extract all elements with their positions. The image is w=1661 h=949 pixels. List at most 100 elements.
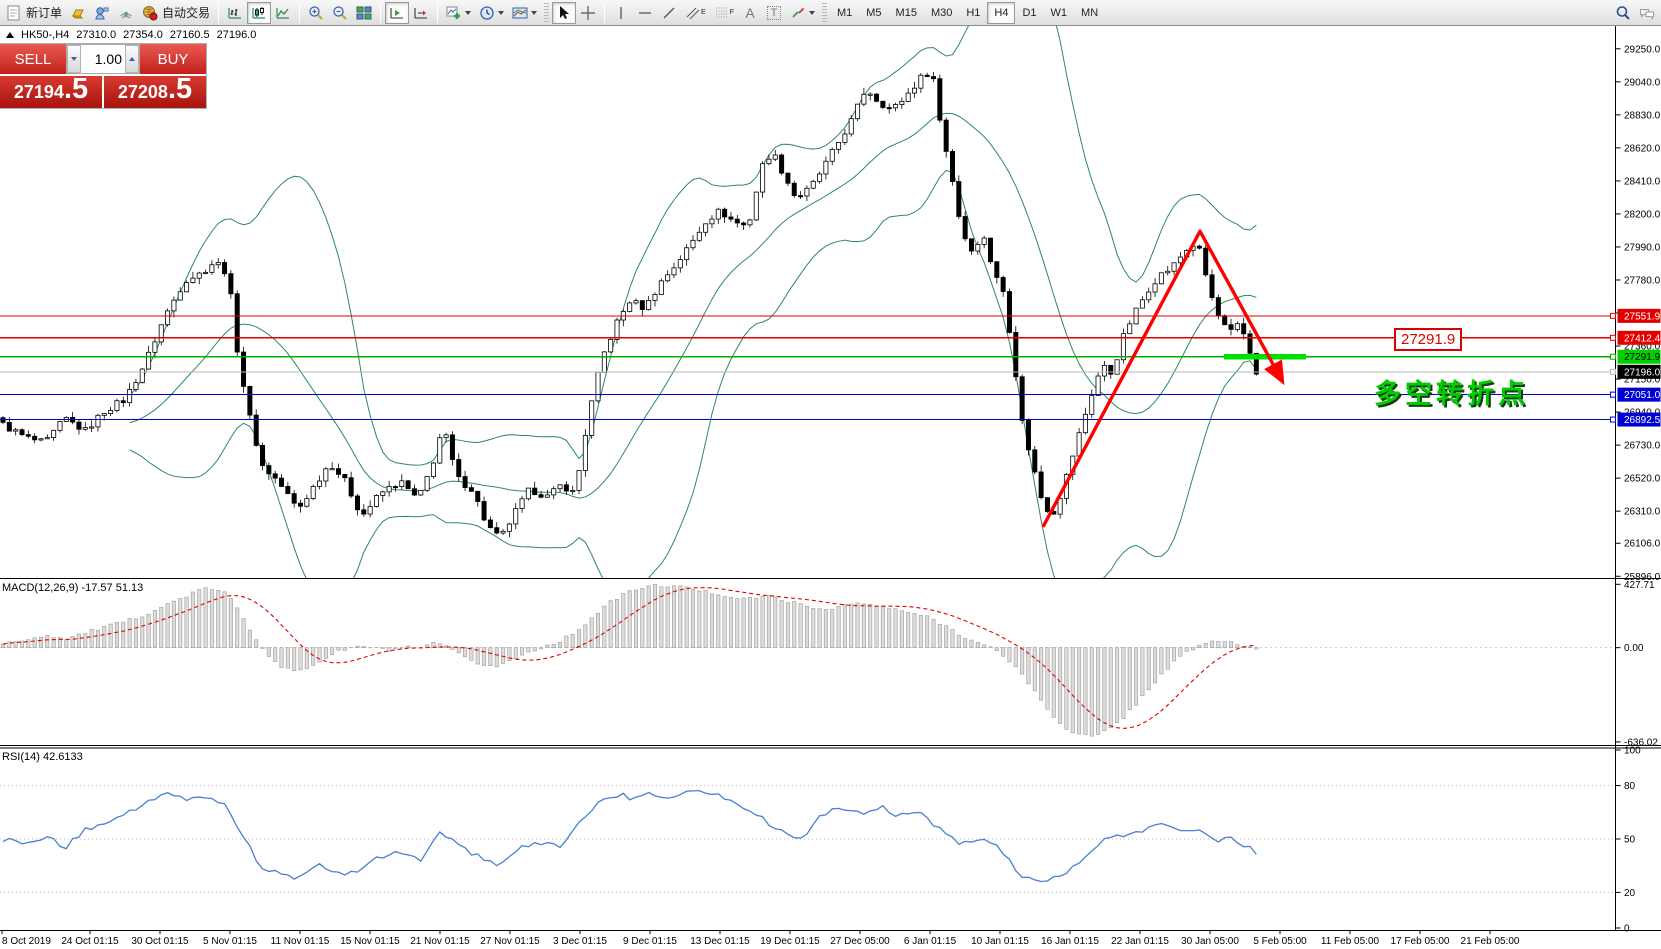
horizontal-line-button[interactable]: [633, 2, 657, 24]
svg-text:28620.0: 28620.0: [1624, 143, 1661, 154]
zoom-in-button[interactable]: [304, 2, 328, 24]
community-button[interactable]: [1635, 2, 1659, 24]
tab-m15[interactable]: M15: [889, 2, 924, 24]
svg-text:10 Jan 01:15: 10 Jan 01:15: [971, 936, 1029, 947]
data-window-button[interactable]: [90, 2, 114, 24]
equidistant-channel-icon: [685, 5, 701, 21]
buy-price[interactable]: 27208 .5: [104, 76, 206, 108]
fibo-letter: F: [730, 9, 734, 16]
indicators-button[interactable]: [442, 2, 475, 24]
signal-icon: [118, 5, 134, 21]
text-button[interactable]: A: [738, 2, 762, 24]
cursor-button[interactable]: [552, 2, 576, 24]
sell-button[interactable]: SELL: [0, 44, 66, 74]
fibonacci-icon: [714, 5, 730, 21]
toolbar-separator: [218, 3, 219, 23]
tab-m30[interactable]: M30: [924, 2, 959, 24]
vertical-line-icon: [613, 5, 629, 21]
svg-text:27551.9: 27551.9: [1624, 311, 1661, 322]
toolbar-drag-handle[interactable]: [822, 3, 827, 23]
bar-chart-button[interactable]: [223, 2, 247, 24]
line-chart-button[interactable]: [271, 2, 295, 24]
svg-text:11 Feb 05:00: 11 Feb 05:00: [1321, 936, 1380, 947]
svg-text:26106.0: 26106.0: [1624, 539, 1661, 550]
svg-text:5 Feb 05:00: 5 Feb 05:00: [1253, 936, 1307, 947]
vertical-line-button[interactable]: [609, 2, 633, 24]
zoom-out-button[interactable]: [328, 2, 352, 24]
svg-text:8 Oct 2019: 8 Oct 2019: [2, 936, 51, 947]
autoscroll-button[interactable]: [385, 2, 409, 24]
toolbar-separator: [380, 3, 381, 23]
timeframe-label: M5: [866, 7, 881, 19]
crosshair-button[interactable]: [576, 2, 600, 24]
fibonacci-button[interactable]: F: [710, 2, 738, 24]
autotrading-button[interactable]: 自动交易: [138, 2, 214, 24]
svg-text:26520.0: 26520.0: [1624, 474, 1661, 485]
sell-price-main: 27194: [14, 78, 64, 103]
toolbar-separator: [604, 3, 605, 23]
tab-d1[interactable]: D1: [1015, 2, 1043, 24]
new-order-button[interactable]: 新订单: [2, 2, 66, 24]
tab-h4[interactable]: H4: [987, 2, 1015, 24]
toolbar-drag-handle[interactable]: [544, 3, 549, 23]
svg-text:100: 100: [1624, 746, 1641, 757]
tab-m5[interactable]: M5: [859, 2, 888, 24]
panel-toggle-icon[interactable]: [6, 32, 14, 38]
templates-button[interactable]: [508, 2, 541, 24]
autotrading-icon: [142, 5, 158, 21]
timeframe-label: M30: [931, 7, 952, 19]
svg-text:16 Jan 01:15: 16 Jan 01:15: [1041, 936, 1099, 947]
dropdown-caret-icon[interactable]: [809, 11, 815, 15]
buy-button[interactable]: BUY: [140, 44, 206, 74]
tab-mn[interactable]: MN: [1074, 2, 1105, 24]
volume-stepper: [66, 44, 140, 74]
svg-text:80: 80: [1624, 781, 1636, 792]
trendline-icon: [661, 5, 677, 21]
dropdown-caret-icon[interactable]: [498, 11, 504, 15]
svg-text:27051.0: 27051.0: [1624, 390, 1661, 401]
candles-chart-button[interactable]: [247, 2, 271, 24]
text-label-button[interactable]: T: [762, 2, 786, 24]
svg-text:26310.0: 26310.0: [1624, 507, 1661, 518]
buy-label: BUY: [158, 51, 189, 68]
dropdown-caret-icon[interactable]: [465, 11, 471, 15]
signals-button[interactable]: [114, 2, 138, 24]
svg-text:0: 0: [1624, 924, 1630, 935]
autotrading-label: 自动交易: [162, 4, 210, 21]
svg-text:22 Jan 01:15: 22 Jan 01:15: [1111, 936, 1169, 947]
label-tool-label: T: [767, 6, 782, 20]
timeframe-label: H4: [994, 7, 1008, 19]
sell-label: SELL: [15, 51, 52, 68]
channel-button[interactable]: E: [681, 2, 710, 24]
svg-text:19 Dec 01:15: 19 Dec 01:15: [760, 936, 820, 947]
svg-text:27990.0: 27990.0: [1624, 242, 1661, 253]
high-value: 27354.0: [123, 29, 163, 41]
tab-w1[interactable]: W1: [1044, 2, 1075, 24]
dropdown-caret-icon[interactable]: [531, 11, 537, 15]
svg-text:20: 20: [1624, 888, 1636, 899]
turning-point-annotation[interactable]: 多空转折点: [1374, 372, 1529, 411]
tab-h1[interactable]: H1: [959, 2, 987, 24]
chart-shift-button[interactable]: [409, 2, 433, 24]
chart-canvas[interactable]: 29250.029040.028830.028620.028410.028200…: [0, 0, 1661, 949]
cursor-arrow-icon: [556, 5, 572, 21]
volume-increase-button[interactable]: [125, 45, 139, 73]
svg-text:15 Nov 01:15: 15 Nov 01:15: [340, 936, 400, 947]
volume-decrease-button[interactable]: [67, 45, 81, 73]
svg-text:9 Dec 01:15: 9 Dec 01:15: [623, 936, 677, 947]
tile-windows-button[interactable]: [352, 2, 376, 24]
new-order-icon: [6, 5, 22, 21]
trendline-button[interactable]: [657, 2, 681, 24]
price-annotation-box[interactable]: 27291.9: [1394, 328, 1462, 351]
market-depth-button[interactable]: [66, 2, 90, 24]
search-button[interactable]: [1611, 2, 1635, 24]
svg-text:28410.0: 28410.0: [1624, 176, 1661, 187]
sell-price[interactable]: 27194 .5: [0, 76, 102, 108]
chart-shift-icon: [413, 5, 429, 21]
periods-button[interactable]: [475, 2, 508, 24]
timeframe-label: W1: [1051, 7, 1068, 19]
svg-text:427.71: 427.71: [1624, 580, 1655, 591]
tab-m1[interactable]: M1: [830, 2, 859, 24]
arrows-button[interactable]: [786, 2, 819, 24]
volume-input[interactable]: [81, 45, 125, 73]
